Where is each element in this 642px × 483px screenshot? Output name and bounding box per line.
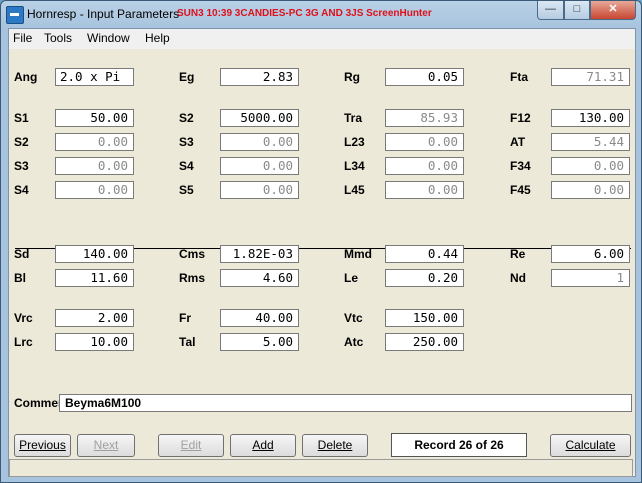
label-s2: S2 [179,111,194,125]
next-button[interactable]: Next [77,434,135,457]
label-l34: L34 [344,159,365,173]
field-s2-seg2[interactable]: 0.00 [55,133,134,151]
label-bl: Bl [14,271,26,285]
label-f34: F34 [510,159,531,173]
label-tra: Tra [344,111,363,125]
field-re[interactable]: 6.00 [551,245,630,263]
field-cms[interactable]: 1.82E-03 [220,245,299,263]
label-s3-seg3: S3 [14,159,29,173]
add-button[interactable]: Add [230,434,296,457]
field-fta: 71.31 [551,68,630,86]
field-lrc[interactable]: 10.00 [55,333,134,351]
menu-help[interactable]: Help [145,31,170,45]
window-title: Hornresp - Input Parameters [27,7,180,21]
calculate-button[interactable]: Calculate [550,434,631,457]
label-vtc: Vtc [344,311,363,325]
label-sd: Sd [14,247,30,261]
field-s4[interactable]: 0.00 [220,157,299,175]
close-button[interactable]: ✕ [590,1,636,20]
label-s5: S5 [179,183,194,197]
label-fr: Fr [179,311,191,325]
label-l23: L23 [344,135,365,149]
edit-button[interactable]: Edit [158,434,224,457]
field-mmd[interactable]: 0.44 [385,245,464,263]
menu-file[interactable]: File [13,31,32,45]
label-tal: Tal [179,335,196,349]
screenhunter-overlay-text: SUN3 10:39 3CANDIES-PC 3G AND 3JS Screen… [177,8,432,19]
field-vrc[interactable]: 2.00 [55,309,134,327]
label-rms: Rms [179,271,206,285]
label-s3: S3 [179,135,194,149]
field-s4-seg4[interactable]: 0.00 [55,181,134,199]
record-indicator: Record 26 of 26 [391,433,527,457]
label-le: Le [344,271,359,285]
label-s4-seg4: S4 [14,183,29,197]
label-rg: Rg [344,70,360,84]
field-at: 5.44 [551,133,630,151]
field-vtc[interactable]: 150.00 [385,309,464,327]
field-s1[interactable]: 50.00 [55,109,134,127]
field-f12[interactable]: 130.00 [551,109,630,127]
app-icon [6,6,24,24]
field-tal[interactable]: 5.00 [220,333,299,351]
previous-button[interactable]: Previous [14,434,71,457]
field-l34[interactable]: 0.00 [385,157,464,175]
field-sd[interactable]: 140.00 [55,245,134,263]
field-eg[interactable]: 2.83 [220,68,299,86]
field-l23[interactable]: 0.00 [385,133,464,151]
label-vrc: Vrc [14,311,33,325]
field-s2[interactable]: 5000.00 [220,109,299,127]
label-mmd: Mmd [344,247,372,261]
label-fta: Fta [510,70,528,84]
field-s5[interactable]: 0.00 [220,181,299,199]
field-rms[interactable]: 4.60 [220,269,299,287]
label-eg: Eg [179,70,195,84]
field-f45[interactable]: 0.00 [551,181,630,199]
client-area: File Tools Window Help Ang 2.0 x Pi Eg 2… [8,28,636,477]
field-rg[interactable]: 0.05 [385,68,464,86]
field-fr[interactable]: 40.00 [220,309,299,327]
label-s2-seg2: S2 [14,135,29,149]
delete-button[interactable]: Delete [302,434,368,457]
input-parameters-panel: Ang 2.0 x Pi Eg 2.83 Rg 0.05 Fta 71.31 S… [9,49,635,473]
field-nd[interactable]: 1 [551,269,630,287]
label-at: AT [510,135,526,149]
field-le[interactable]: 0.20 [385,269,464,287]
menu-tools[interactable]: Tools [44,31,72,45]
label-atc: Atc [344,335,364,349]
field-bl[interactable]: 11.60 [55,269,134,287]
label-f45: F45 [510,183,531,197]
minimize-button[interactable]: — [537,1,564,20]
label-l45: L45 [344,183,365,197]
menu-window[interactable]: Window [87,31,130,45]
label-nd: Nd [510,271,526,285]
maximize-button[interactable]: □ [564,1,590,20]
field-f34[interactable]: 0.00 [551,157,630,175]
app-window: Hornresp - Input Parameters SUN3 10:39 3… [0,0,642,483]
field-s3-seg3[interactable]: 0.00 [55,157,134,175]
menu-bar: File Tools Window Help [9,29,635,48]
label-re: Re [510,247,526,261]
label-f12: F12 [510,111,531,125]
status-bar [9,459,633,477]
label-ang: Ang [14,70,38,84]
comment-field[interactable]: Beyma6M100 [59,394,632,412]
title-bar[interactable]: Hornresp - Input Parameters SUN3 10:39 3… [1,1,641,28]
field-ang[interactable]: 2.0 x Pi [55,68,134,86]
label-s1: S1 [14,111,29,125]
field-s3[interactable]: 0.00 [220,133,299,151]
label-cms: Cms [179,247,206,261]
field-l45[interactable]: 0.00 [385,181,464,199]
field-tra: 85.93 [385,109,464,127]
label-lrc: Lrc [14,335,33,349]
field-atc[interactable]: 250.00 [385,333,464,351]
label-s4: S4 [179,159,194,173]
